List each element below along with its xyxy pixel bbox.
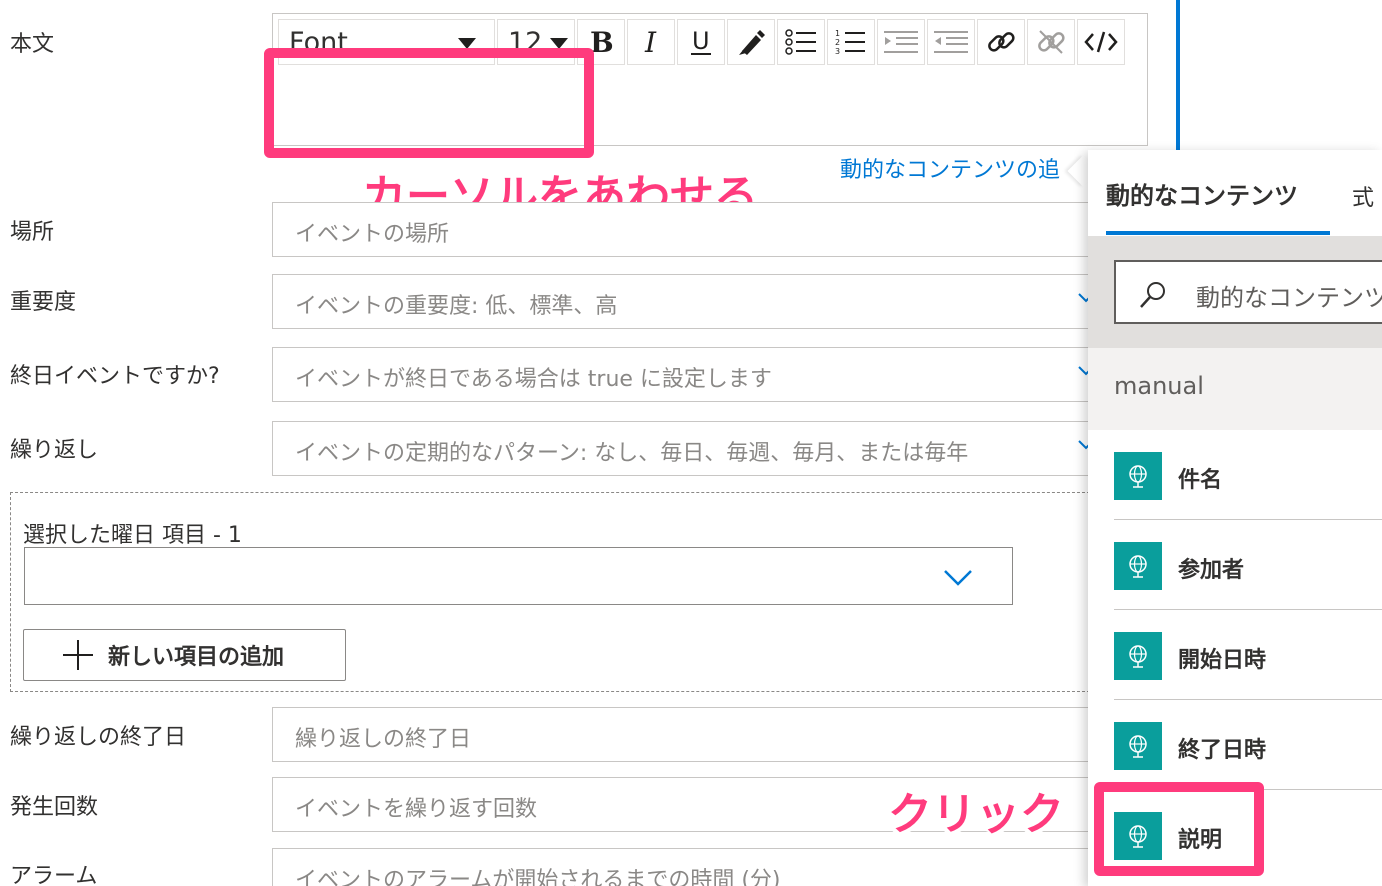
body-label: 本文: [10, 32, 55, 57]
cursor-highlight-box: [264, 48, 594, 158]
location-label: 場所: [10, 220, 55, 245]
dynamic-token-start-time[interactable]: 開始日時: [1114, 610, 1382, 700]
globe-token-icon: [1114, 542, 1162, 590]
click-highlight-box: [1094, 782, 1264, 876]
outdent-icon: [934, 31, 968, 53]
recurrence-end-field[interactable]: 繰り返しの終了日: [272, 707, 1152, 762]
chevron-down-icon: [944, 570, 972, 586]
alarm-placeholder: イベントのアラームが開始されるまでの時間 (分): [295, 868, 781, 886]
occurrences-placeholder: イベントを繰り返す回数: [295, 797, 538, 822]
weekday-select[interactable]: [24, 547, 1013, 605]
section-title: manual: [1114, 372, 1204, 400]
globe-token-icon: [1114, 452, 1162, 500]
underline-icon: U: [691, 27, 711, 55]
bullet-list-icon: [785, 29, 816, 55]
importance-placeholder: イベントの重要度: 低、標準、高: [295, 294, 618, 319]
numbered-list-icon: 123: [835, 29, 865, 56]
pen-icon: [739, 30, 765, 55]
add-new-item-label: 新しい項目の追加: [108, 645, 285, 670]
plus-icon: [63, 640, 93, 670]
dynamic-token-subject[interactable]: 件名: [1114, 430, 1382, 520]
italic-icon: I: [644, 28, 657, 56]
location-placeholder: イベントの場所: [295, 222, 450, 247]
add-new-item-button[interactable]: 新しい項目の追加: [23, 629, 346, 681]
recurrence-dropdown[interactable]: イベントの定期的なパターン: なし、毎日、毎週、毎月、または毎年: [272, 421, 1152, 476]
outdent-button[interactable]: [927, 19, 975, 65]
token-label: 参加者: [1178, 558, 1245, 583]
section-header-manual: manual: [1088, 348, 1382, 430]
dynamic-token-end-time[interactable]: 終了日時: [1114, 700, 1382, 790]
svg-text:3: 3: [835, 47, 840, 56]
token-label: 終了日時: [1178, 738, 1267, 763]
underline-button[interactable]: U: [677, 19, 725, 65]
importance-dropdown[interactable]: イベントの重要度: 低、標準、高: [272, 274, 1152, 329]
search-area: 動的なコンテンツ: [1088, 236, 1382, 348]
svg-text:1: 1: [835, 29, 840, 38]
all-day-label: 終日イベントですか?: [10, 364, 220, 389]
weekday-item-label: 選択した曜日 項目 - 1: [23, 523, 242, 548]
recurrence-label: 繰り返し: [10, 438, 99, 463]
numbered-list-button[interactable]: 123: [827, 19, 875, 65]
alarm-field[interactable]: イベントのアラームが開始されるまでの時間 (分): [272, 848, 1152, 886]
search-icon: [1140, 282, 1165, 308]
all-day-placeholder: イベントが終日である場合は true に設定します: [295, 367, 772, 392]
occurrences-label: 発生回数: [10, 795, 99, 820]
svg-text:I: I: [644, 28, 657, 56]
importance-label: 重要度: [10, 290, 77, 315]
token-label: 件名: [1178, 468, 1223, 493]
recurrence-end-label: 繰り返しの終了日: [10, 725, 187, 750]
italic-button[interactable]: I: [627, 19, 675, 65]
highlight-button[interactable]: [727, 19, 775, 65]
link-button[interactable]: [977, 19, 1025, 65]
token-label: 開始日時: [1178, 648, 1267, 673]
unlink-icon: [1038, 30, 1065, 54]
svg-text:U: U: [692, 27, 710, 55]
globe-token-icon: [1114, 632, 1162, 680]
add-dynamic-content-link[interactable]: 動的なコンテンツの追: [840, 152, 1060, 184]
location-field[interactable]: イベントの場所: [272, 202, 1152, 257]
recurrence-placeholder: イベントの定期的なパターン: なし、毎日、毎週、毎月、または毎年: [295, 441, 969, 466]
indent-icon: [884, 31, 918, 53]
code-view-button[interactable]: [1077, 19, 1125, 65]
dynamic-content-panel: 動的なコンテンツ 式 動的なコンテンツ manual 件名 参加者 開始日時 終…: [1088, 150, 1382, 886]
svg-text:2: 2: [835, 38, 840, 47]
panel-edge-strip: [1176, 0, 1180, 150]
search-placeholder: 動的なコンテンツ: [1196, 284, 1382, 312]
all-day-dropdown[interactable]: イベントが終日である場合は true に設定します: [272, 347, 1152, 402]
alarm-label: アラーム: [10, 864, 98, 886]
click-annotation: クリック: [888, 789, 1064, 840]
tab-dynamic-content[interactable]: 動的なコンテンツ: [1106, 176, 1298, 211]
active-tab-indicator: [1106, 231, 1330, 235]
link-icon: [988, 32, 1015, 52]
dynamic-content-search-input[interactable]: 動的なコンテンツ: [1114, 260, 1382, 324]
globe-token-icon: [1114, 722, 1162, 770]
code-icon: [1084, 31, 1118, 53]
unlink-button[interactable]: [1027, 19, 1075, 65]
bullet-list-button[interactable]: [777, 19, 825, 65]
tab-expression[interactable]: 式: [1352, 180, 1382, 210]
dynamic-token-attendees[interactable]: 参加者: [1114, 520, 1382, 610]
recurrence-end-placeholder: 繰り返しの終了日: [295, 727, 472, 752]
weekday-repeat-section: 選択した曜日 項目 - 1 新しい項目の追加: [10, 492, 1090, 692]
indent-button[interactable]: [877, 19, 925, 65]
